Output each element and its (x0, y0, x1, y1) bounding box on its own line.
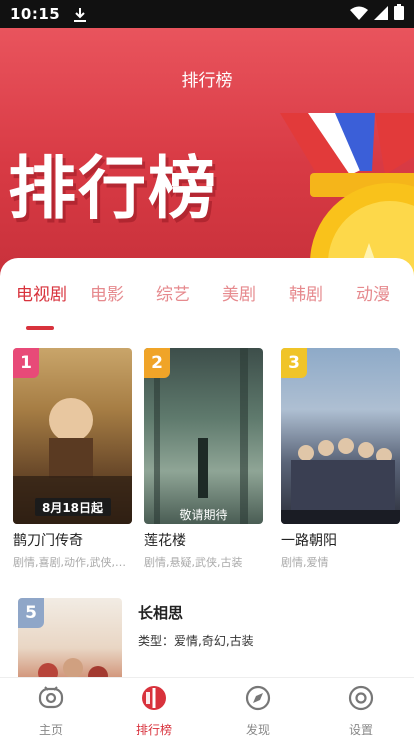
nav-label: 主页 (38, 723, 63, 737)
poster-image: 5 (18, 598, 122, 688)
rank-badge: 3 (281, 348, 307, 378)
ranking-panel: 电视剧 电影 综艺 美剧 韩剧 动漫 8月18日起 1 鹊刀门传奇 剧情,喜剧,… (0, 258, 414, 688)
tab-us-drama[interactable]: 美剧 (222, 280, 256, 305)
nav-label: 排行榜 (135, 723, 172, 737)
nav-settings[interactable]: 设置 (331, 684, 391, 737)
card-tags: 剧情,喜剧,动作,武侠,古装 (13, 556, 132, 569)
active-tab-indicator (26, 326, 54, 330)
battery-icon (394, 4, 404, 24)
card-title: 莲花楼 (144, 533, 186, 549)
poster-caption: 8月18日起 (41, 501, 104, 515)
list-item[interactable]: 5 长相思 类型：爱情,奇幻,古装 (18, 598, 398, 688)
tab-variety[interactable]: 综艺 (156, 280, 190, 305)
nav-label: 发现 (245, 723, 270, 737)
card-title: 鹊刀门传奇 (13, 533, 83, 549)
wifi-icon (350, 5, 368, 24)
page-title: 排行榜 (181, 71, 233, 91)
hero-banner-text: 排行榜 (8, 150, 219, 229)
card-title: 一路朝阳 (281, 533, 337, 549)
nav-ranking[interactable]: 排行榜 (124, 684, 184, 737)
item-tags: 类型：爱情,奇幻,古装 (138, 634, 254, 648)
rank-badge: 2 (144, 348, 170, 378)
poster-image: 敬请期待 2 (144, 348, 263, 524)
poster-image: 8月18日起 1 (13, 348, 132, 524)
card-tags: 剧情,悬疑,武侠,古装 (144, 556, 243, 569)
medal-icon (280, 113, 414, 278)
item-title: 长相思 (138, 604, 184, 622)
signal-icon (374, 5, 388, 24)
card-tags: 剧情,爱情 (281, 556, 329, 569)
home-icon (38, 686, 64, 709)
rank-badge: 1 (13, 348, 39, 378)
settings-icon (348, 685, 374, 711)
tab-tv-series[interactable]: 电视剧 (16, 280, 67, 305)
nav-label: 设置 (348, 723, 373, 737)
poster-image: 3 (281, 348, 400, 524)
rank-badge: 5 (18, 598, 44, 628)
tab-k-drama[interactable]: 韩剧 (289, 280, 323, 305)
hero-banner: 排行榜 排行榜 (0, 28, 414, 278)
nav-home[interactable]: 主页 (21, 684, 81, 737)
status-time: 10:15 (10, 5, 61, 23)
download-icon (74, 7, 87, 22)
status-bar: 10:15 (0, 0, 414, 28)
nav-discover[interactable]: 发现 (228, 684, 288, 737)
ranking-card-3[interactable]: 3 一路朝阳 剧情,爱情 (281, 348, 400, 570)
tab-movies[interactable]: 电影 (90, 280, 124, 305)
compass-icon (245, 685, 271, 711)
ranking-card-1[interactable]: 8月18日起 1 鹊刀门传奇 剧情,喜剧,动作,武侠,古装 (13, 348, 132, 570)
category-tabs: 电视剧 电影 综艺 美剧 韩剧 动漫 (0, 280, 414, 330)
poster-caption: 敬请期待 (179, 508, 228, 522)
ranking-icon (142, 686, 166, 710)
bottom-navigation: 主页 排行榜 发现 设置 (0, 677, 414, 737)
tab-anime[interactable]: 动漫 (356, 280, 390, 305)
ranking-card-2[interactable]: 敬请期待 2 莲花楼 剧情,悬疑,武侠,古装 (144, 348, 263, 570)
